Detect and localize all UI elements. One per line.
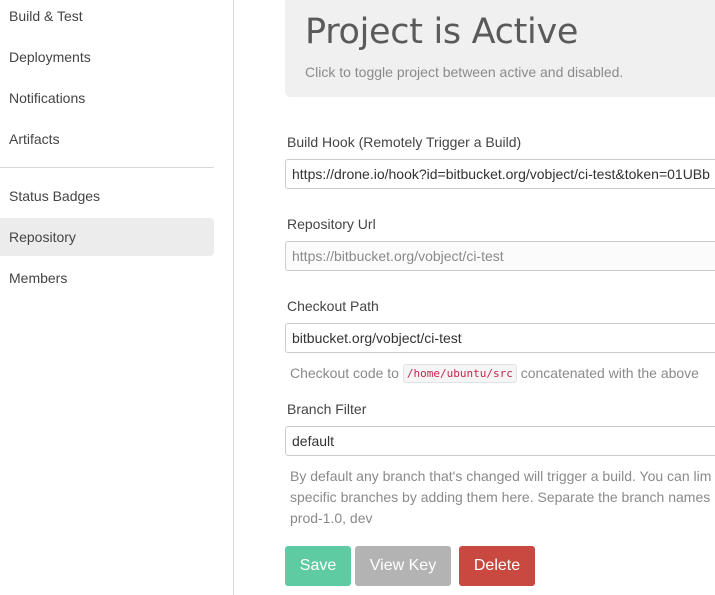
checkout-help-code: /home/ubuntu/src [402, 364, 517, 383]
branch-filter-label: Branch Filter [287, 401, 367, 417]
sidebar-item-build-test[interactable]: Build & Test [0, 0, 214, 35]
repository-url-label: Repository Url [287, 216, 376, 232]
build-hook-label: Build Hook (Remotely Trigger a Build) [287, 134, 522, 150]
repository-url-input[interactable] [285, 241, 715, 271]
branch-filter-help: By default any branch that's changed wil… [290, 466, 715, 529]
project-status-toggle[interactable]: Project is Active [305, 12, 578, 52]
sidebar-divider [0, 167, 214, 168]
checkout-path-help: Checkout code to /home/ubuntu/src concat… [290, 364, 699, 383]
sidebar: Build & Test Deployments Notifications A… [0, 0, 234, 595]
branch-help-line-1: By default any branch that's changed wil… [290, 468, 712, 484]
save-button[interactable]: Save [285, 546, 351, 586]
sidebar-item-repository[interactable]: Repository [0, 218, 214, 256]
sidebar-item-members[interactable]: Members [0, 259, 214, 297]
sidebar-item-notifications[interactable]: Notifications [0, 79, 214, 117]
project-status-hint: Click to toggle project between active a… [305, 64, 624, 80]
checkout-path-label: Checkout Path [287, 298, 379, 314]
sidebar-item-status-badges[interactable]: Status Badges [0, 177, 214, 215]
build-hook-input[interactable] [285, 159, 715, 189]
view-key-button[interactable]: View Key [355, 546, 451, 586]
branch-help-line-2: specific branches by adding them here. S… [290, 489, 711, 505]
delete-button[interactable]: Delete [459, 546, 535, 586]
project-status-panel[interactable]: Project is Active Click to toggle projec… [285, 0, 715, 97]
branch-filter-input[interactable] [285, 426, 715, 456]
sidebar-item-artifacts[interactable]: Artifacts [0, 120, 214, 158]
branch-help-line-3: prod-1.0, dev [290, 510, 373, 526]
checkout-help-suffix: concatenated with the above [520, 365, 699, 381]
checkout-path-input[interactable] [285, 323, 715, 353]
checkout-help-prefix: Checkout code to [290, 365, 399, 381]
sidebar-item-deployments[interactable]: Deployments [0, 38, 214, 76]
